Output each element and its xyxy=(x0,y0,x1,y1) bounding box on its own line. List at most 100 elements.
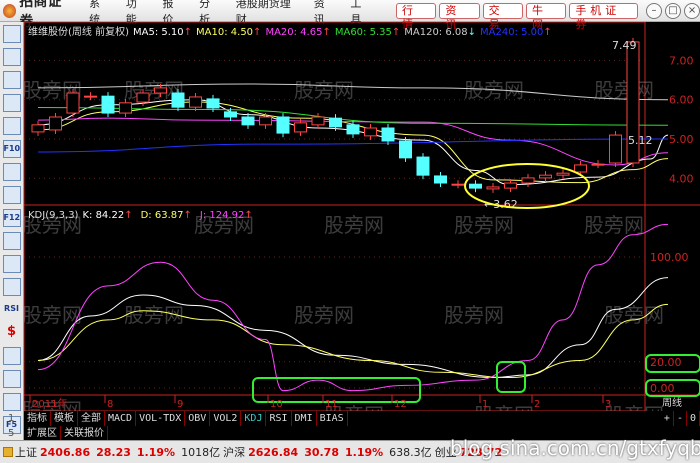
date-label: 10 xyxy=(270,399,283,410)
index-pct: 1.19% xyxy=(136,446,176,459)
quick-button-3[interactable]: 牛网 xyxy=(525,2,567,31)
tab-vol-tdx[interactable]: VOL-TDX xyxy=(136,411,186,426)
candle xyxy=(539,174,552,179)
f10-icon[interactable]: F10 xyxy=(2,140,21,158)
index-name: 创业 xyxy=(434,446,457,459)
title-bar: 招商证券 系统 功能 报价 分析 港股期货理财 资讯 工具 行情 资讯 交易 牛网 手机证券 – □ × xyxy=(0,0,700,31)
minimize-button[interactable]: – xyxy=(646,2,663,19)
doc-icon[interactable] xyxy=(2,186,21,204)
tab-模板[interactable]: 模板 xyxy=(51,411,78,426)
tab-vol2[interactable]: VOL2 xyxy=(210,411,242,426)
grid-icon[interactable] xyxy=(2,48,21,66)
import-icon[interactable] xyxy=(2,370,21,388)
date-label: 2011年 xyxy=(32,397,67,410)
close-button[interactable]: × xyxy=(684,2,700,19)
tab-指标[interactable]: 指标 xyxy=(24,411,51,426)
left-num-1: 1 xyxy=(8,413,15,424)
tab-control-2[interactable]: 0 xyxy=(687,411,700,426)
quick-button-2[interactable]: 交易 xyxy=(482,2,523,31)
tab-dmi[interactable]: DMI xyxy=(292,411,317,426)
watermark: 股旁网 xyxy=(584,213,644,237)
date-label: 12 xyxy=(394,399,407,410)
high-price-label: 7.49 xyxy=(612,39,637,52)
candle xyxy=(259,116,272,126)
quote-table-icon[interactable] xyxy=(2,25,21,43)
candle xyxy=(556,172,570,176)
candle-icon[interactable] xyxy=(2,94,21,112)
ma-arrow: ↓ xyxy=(468,27,476,38)
candle xyxy=(504,182,517,189)
watermark: 股旁网 xyxy=(604,403,664,411)
low-price-label: ←3.62 xyxy=(484,198,518,211)
date-label: 11 xyxy=(325,399,338,410)
quick-button-4[interactable]: 手机证券 xyxy=(569,2,638,31)
quick-button-1[interactable]: 资讯 xyxy=(439,2,480,31)
index-quote[interactable]: 创业 728.72 xyxy=(435,444,508,460)
maximize-button[interactable]: □ xyxy=(665,2,682,19)
tab-bias[interactable]: BIAS xyxy=(317,411,348,426)
last-price-label: 5.12 xyxy=(628,134,653,147)
kdj-tick-label: 0.00 xyxy=(650,382,675,395)
candle xyxy=(434,175,447,184)
tab-全部[interactable]: 全部 xyxy=(78,411,105,426)
ma-arrow: ↑ xyxy=(184,27,192,38)
window-icon[interactable] xyxy=(2,117,21,135)
tab-kdj[interactable]: KDJ xyxy=(241,411,267,426)
candle xyxy=(451,183,465,186)
ma-arrow: ↑ xyxy=(253,27,261,38)
kdj-tick-label: 20.00 xyxy=(650,356,682,369)
pencil-icon[interactable] xyxy=(2,393,21,411)
ext-tab-0[interactable]: 扩展区 xyxy=(24,426,61,440)
tab-obv[interactable]: OBV xyxy=(185,411,211,426)
date-label: 8 xyxy=(107,399,113,410)
f12-icon[interactable]: F12 xyxy=(2,209,21,227)
price-tick-label: 6.00 xyxy=(669,94,694,107)
index-volume: 638.3亿 xyxy=(389,446,432,459)
ma-line-ma240 xyxy=(37,138,669,153)
tab-macd[interactable]: MACD xyxy=(105,411,137,426)
watermark: 股旁网 xyxy=(324,213,384,237)
candle xyxy=(171,92,185,108)
d-value: D: 63.87 xyxy=(141,210,184,221)
search-icon[interactable] xyxy=(2,255,21,273)
price-tick-label: 5.00 xyxy=(669,133,694,146)
watermark: 股旁网 xyxy=(454,213,514,237)
move-icon[interactable] xyxy=(2,347,21,365)
stock-chart[interactable]: 股旁网 股旁网 股旁网 股旁网股旁网 股旁网 股旁网 股旁网 股旁网股旁网 股旁网 股旁网 股旁网股… xyxy=(24,22,700,411)
ext-tab-1[interactable]: 关联报价 xyxy=(61,426,108,440)
ma-arrow: ↑ xyxy=(543,27,551,38)
period-label[interactable]: 周线 xyxy=(662,396,682,409)
tab-control-0[interactable]: + xyxy=(661,411,674,426)
line-chart-icon[interactable] xyxy=(2,71,21,89)
kdj-tick-label: 100.00 xyxy=(650,251,689,264)
index-quote[interactable]: 上证 2406.86 28.23 1.19% 1018亿 xyxy=(15,444,223,460)
candle xyxy=(241,116,255,126)
index-price: 2626.84 xyxy=(248,446,299,459)
candle xyxy=(119,102,132,114)
candle xyxy=(66,92,80,114)
candle xyxy=(364,127,377,137)
extension-tabs: 扩展区 关联报价 xyxy=(24,426,700,440)
tab-controls: + -0 xyxy=(661,411,700,426)
candle xyxy=(84,95,97,98)
dollar-icon[interactable]: $ xyxy=(3,324,21,342)
index-quote[interactable]: 沪深 2626.84 30.78 1.19% 638.3亿 xyxy=(223,444,435,460)
tree-icon[interactable] xyxy=(2,163,21,181)
rsi-icon[interactable]: RSI xyxy=(3,301,21,319)
candle xyxy=(591,163,605,166)
candle xyxy=(609,134,622,164)
index-price: 728.72 xyxy=(459,446,503,459)
candle xyxy=(31,124,45,133)
index-chg: 30.78 xyxy=(304,446,339,459)
quick-button-0[interactable]: 行情 xyxy=(396,2,437,31)
kdj-title: KDJ(9,3,3) K: 84.22↑ D: 63.87↑ J: 124.92↑ xyxy=(28,210,253,221)
kdj-name: KDJ(9,3,3) xyxy=(28,210,79,221)
wave-icon[interactable] xyxy=(2,278,21,296)
candle xyxy=(206,98,220,109)
status-icon xyxy=(3,447,13,457)
main-title: 维维股份(周线 前复权) MA5: 5.10↑ MA10: 4.50↑ MA20: 4… xyxy=(28,25,552,38)
watermark: 股旁网 xyxy=(24,303,82,327)
fx-icon[interactable] xyxy=(2,232,21,250)
tab-control-1[interactable]: - xyxy=(674,411,687,426)
tab-rsi[interactable]: RSI xyxy=(266,411,292,426)
